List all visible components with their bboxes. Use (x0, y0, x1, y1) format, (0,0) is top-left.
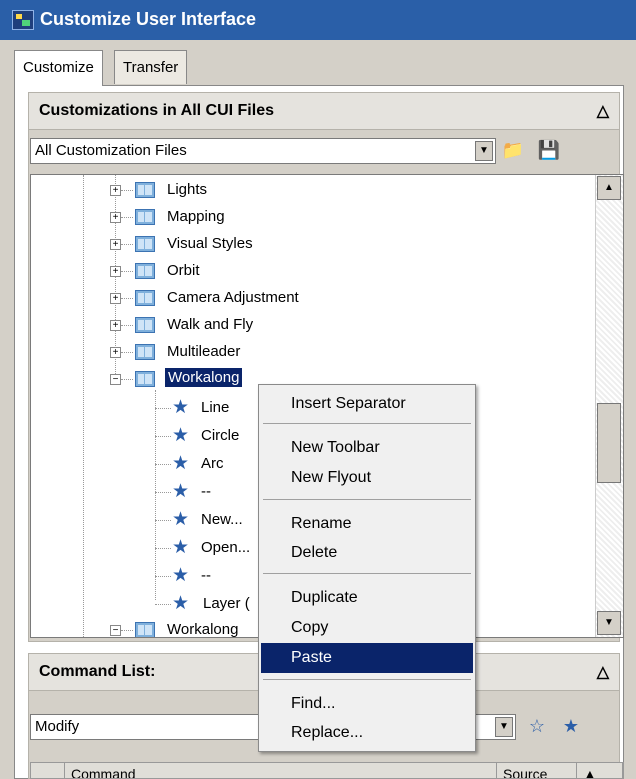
expand-icon[interactable]: + (110, 347, 121, 358)
context-menu: Insert Separator New Toolbar New Flyout … (258, 384, 476, 752)
toolbar-icon (135, 236, 155, 252)
menu-separator (263, 499, 471, 500)
dropdown-arrow-icon: ▼ (475, 141, 493, 161)
toolbar-icon (135, 317, 155, 333)
expand-icon[interactable]: + (110, 185, 121, 196)
collapse-chevron-icon[interactable]: △ (597, 662, 609, 682)
toolbar-icon (135, 344, 155, 360)
window-title: Customize User Interface (40, 9, 257, 29)
scroll-thumb[interactable] (597, 403, 621, 483)
customizations-header: Customizations in All CUI Files △ (29, 93, 619, 130)
column-header-source[interactable]: Source (497, 763, 577, 778)
new-command-icon[interactable]: ★ (558, 714, 584, 738)
expand-icon[interactable]: + (110, 293, 121, 304)
command-star-icon: ★ (172, 453, 190, 474)
tab-customize[interactable]: Customize (14, 50, 103, 86)
command-star-icon: ★ (172, 593, 190, 614)
scroll-up-icon[interactable]: ▲ (597, 176, 621, 200)
collapse-icon[interactable]: − (110, 625, 121, 636)
tree-item-walk-and-fly[interactable]: + Walk and Fly (31, 312, 601, 338)
menu-separator (263, 423, 471, 424)
menu-separator (263, 573, 471, 574)
scroll-down-icon[interactable]: ▼ (597, 611, 621, 635)
toolbar-icon (135, 209, 155, 225)
toolbar-icon (135, 263, 155, 279)
command-star-icon: ★ (172, 397, 190, 418)
expand-icon[interactable]: + (110, 320, 121, 331)
app-icon (12, 10, 34, 30)
customization-file-dropdown[interactable]: All Customization Files ▼ (30, 138, 496, 164)
toolbar-icon (135, 622, 155, 637)
menu-item-insert-separator[interactable]: Insert Separator (261, 389, 473, 419)
toolbar-icon (135, 290, 155, 306)
menu-item-new-flyout[interactable]: New Flyout (261, 463, 473, 493)
collapse-icon[interactable]: − (110, 374, 121, 385)
tree-item-camera-adjustment[interactable]: + Camera Adjustment (31, 285, 601, 311)
toolbar-icon (135, 182, 155, 198)
command-star-icon: ★ (172, 509, 190, 530)
menu-separator (263, 679, 471, 680)
menu-item-delete[interactable]: Delete (261, 538, 473, 568)
command-star-icon: ★ (172, 537, 190, 558)
menu-item-duplicate[interactable]: Duplicate (261, 583, 473, 613)
tree-scrollbar[interactable]: ▲ ▼ (595, 175, 623, 637)
tree-item-multileader[interactable]: + Multileader (31, 339, 601, 365)
grid-scroll-up-icon[interactable]: ▲ (577, 763, 623, 778)
tree-item-orbit[interactable]: + Orbit (31, 258, 601, 284)
expand-icon[interactable]: + (110, 212, 121, 223)
open-folder-icon[interactable]: 📁 (500, 138, 526, 162)
menu-item-paste[interactable]: Paste (261, 643, 473, 673)
menu-item-new-toolbar[interactable]: New Toolbar (261, 433, 473, 463)
expand-icon[interactable]: + (110, 266, 121, 277)
menu-item-copy[interactable]: Copy (261, 613, 473, 643)
dropdown-arrow-icon: ▼ (495, 717, 513, 737)
row-header-cell (31, 763, 65, 778)
customizations-title: Customizations in All CUI Files (39, 102, 274, 119)
command-grid-header: Command Source ▲ (30, 762, 624, 779)
title-bar: Customize User Interface (0, 0, 636, 40)
tree-item-mapping[interactable]: + Mapping (31, 204, 601, 230)
menu-item-find[interactable]: Find... (261, 689, 473, 719)
star-icon[interactable]: ☆ (524, 714, 550, 738)
command-star-icon: ★ (172, 565, 190, 586)
toolbar-icon (135, 371, 155, 387)
menu-item-rename[interactable]: Rename (261, 509, 473, 539)
column-header-command[interactable]: Command (65, 763, 497, 778)
tree-item-lights[interactable]: + Lights (31, 177, 601, 203)
command-star-icon: ★ (172, 425, 190, 446)
command-star-icon: ★ (172, 481, 190, 502)
tab-transfer[interactable]: Transfer (114, 50, 188, 84)
command-list-title: Command List: (39, 663, 156, 680)
tree-item-visual-styles[interactable]: + Visual Styles (31, 231, 601, 257)
expand-icon[interactable]: + (110, 239, 121, 250)
save-icon[interactable]: 💾 (536, 138, 562, 162)
menu-item-replace[interactable]: Replace... (261, 718, 473, 748)
collapse-chevron-icon[interactable]: △ (597, 101, 609, 121)
